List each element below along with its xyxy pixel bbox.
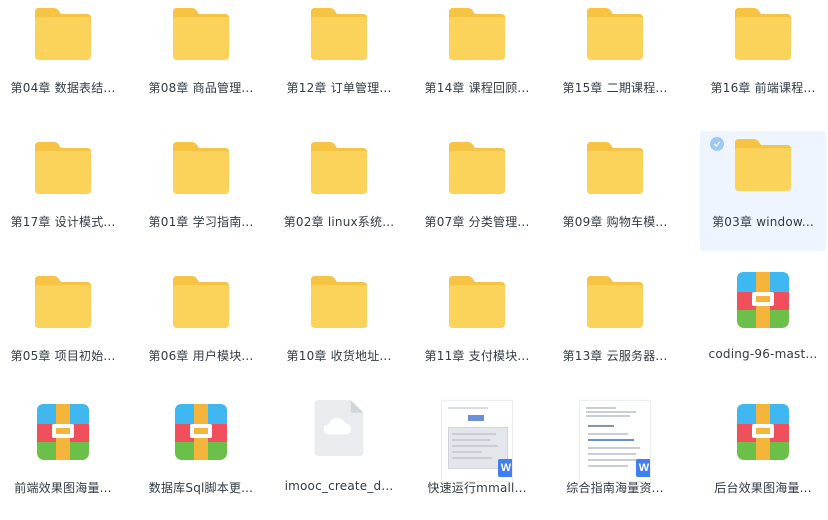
file-name-label: 第11章 支付模块...	[424, 349, 530, 363]
word-badge-icon: W	[498, 459, 512, 477]
cloud-file-icon	[314, 400, 364, 456]
file-item[interactable]: 第04章 数据表结...	[0, 0, 126, 120]
archive-icon	[175, 404, 227, 460]
file-grid: 第04章 数据表结... 第08章 商品管理... 第12章 订单管理... 第…	[0, 0, 828, 501]
file-item[interactable]: 第07章 分类管理...	[414, 134, 540, 254]
folder-icon	[35, 8, 91, 60]
file-item[interactable]: 第09章 购物车模...	[552, 134, 678, 254]
document-thumbnail: W	[579, 400, 651, 482]
file-name-label: 第12章 订单管理...	[286, 81, 392, 95]
file-name-label: 第14章 课程回顾...	[424, 81, 530, 95]
file-name-label: 第13章 云服务器...	[562, 349, 668, 363]
folder-icon	[35, 142, 91, 194]
file-name-label: 第15章 二期课程...	[562, 81, 668, 95]
file-item[interactable]: 第02章 linux系统...	[276, 134, 402, 254]
file-item[interactable]: 第01章 学习指南...	[138, 134, 264, 254]
file-name-label: 第05章 项目初始...	[10, 349, 116, 363]
file-name-label: 第08章 商品管理...	[148, 81, 254, 95]
file-name-label: 第02章 linux系统...	[283, 215, 395, 229]
file-item[interactable]: 第14章 课程回顾...	[414, 0, 540, 120]
file-item[interactable]: W 快速运行mmall...	[414, 400, 540, 520]
folder-icon	[311, 8, 367, 60]
file-name-label: coding-96-mast...	[708, 347, 818, 361]
file-name-label: 第17章 设计模式...	[10, 215, 116, 229]
file-name-label: 第03章 window...	[712, 215, 814, 229]
file-name-label: 第07章 分类管理...	[424, 215, 530, 229]
archive-icon	[37, 404, 89, 460]
file-item[interactable]: 第06章 用户模块...	[138, 268, 264, 388]
file-item[interactable]: 第10章 收货地址...	[276, 268, 402, 388]
file-item[interactable]: 前端效果图海量...	[0, 400, 126, 520]
file-item[interactable]: W 综合指南海量资...	[552, 400, 678, 520]
archive-icon	[737, 272, 789, 328]
folder-icon	[173, 8, 229, 60]
file-name-label: 数据库Sql脚本更...	[148, 481, 254, 495]
archive-icon	[737, 404, 789, 460]
file-name-label: 快速运行mmall...	[427, 481, 527, 495]
file-item[interactable]: 第11章 支付模块...	[414, 268, 540, 388]
file-name-label: 第16章 前端课程...	[710, 81, 816, 95]
file-name-label: imooc_create_d...	[284, 479, 394, 493]
checkmark-icon[interactable]	[710, 137, 724, 151]
file-item[interactable]: 第17章 设计模式...	[0, 134, 126, 254]
document-thumbnail: W	[441, 400, 513, 482]
word-badge-icon: W	[636, 459, 650, 477]
folder-icon	[735, 8, 791, 60]
file-item[interactable]: 后台效果图海量...	[700, 400, 826, 520]
file-name-label: 第04章 数据表结...	[10, 81, 116, 95]
file-name-label: 第06章 用户模块...	[148, 349, 254, 363]
folder-icon	[449, 276, 505, 328]
file-item[interactable]: 第08章 商品管理...	[138, 0, 264, 120]
folder-icon	[311, 142, 367, 194]
folder-icon	[587, 8, 643, 60]
folder-icon	[449, 142, 505, 194]
file-item[interactable]: 第16章 前端课程...	[700, 0, 826, 120]
file-name-label: 第01章 学习指南...	[148, 215, 254, 229]
folder-icon	[449, 8, 505, 60]
file-name-label: 前端效果图海量...	[14, 481, 112, 495]
file-item[interactable]: 数据库Sql脚本更...	[138, 400, 264, 520]
file-item[interactable]: 第05章 项目初始...	[0, 268, 126, 388]
file-name-label: 第10章 收货地址...	[286, 349, 392, 363]
file-item[interactable]: coding-96-mast...	[700, 268, 826, 388]
file-name-label: 第09章 购物车模...	[562, 215, 668, 229]
folder-icon	[173, 276, 229, 328]
file-item[interactable]: 第13章 云服务器...	[552, 268, 678, 388]
file-item[interactable]: 第12章 订单管理...	[276, 0, 402, 120]
file-name-label: 综合指南海量资...	[566, 481, 664, 495]
file-name-label: 后台效果图海量...	[714, 481, 812, 495]
folder-icon	[587, 142, 643, 194]
file-item[interactable]: 第15章 二期课程...	[552, 0, 678, 120]
folder-icon	[735, 139, 791, 191]
folder-icon	[173, 142, 229, 194]
folder-icon	[311, 276, 367, 328]
folder-icon	[587, 276, 643, 328]
file-item[interactable]: 第03章 window...	[700, 131, 826, 251]
folder-icon	[35, 276, 91, 328]
file-item[interactable]: imooc_create_d...	[276, 400, 402, 520]
